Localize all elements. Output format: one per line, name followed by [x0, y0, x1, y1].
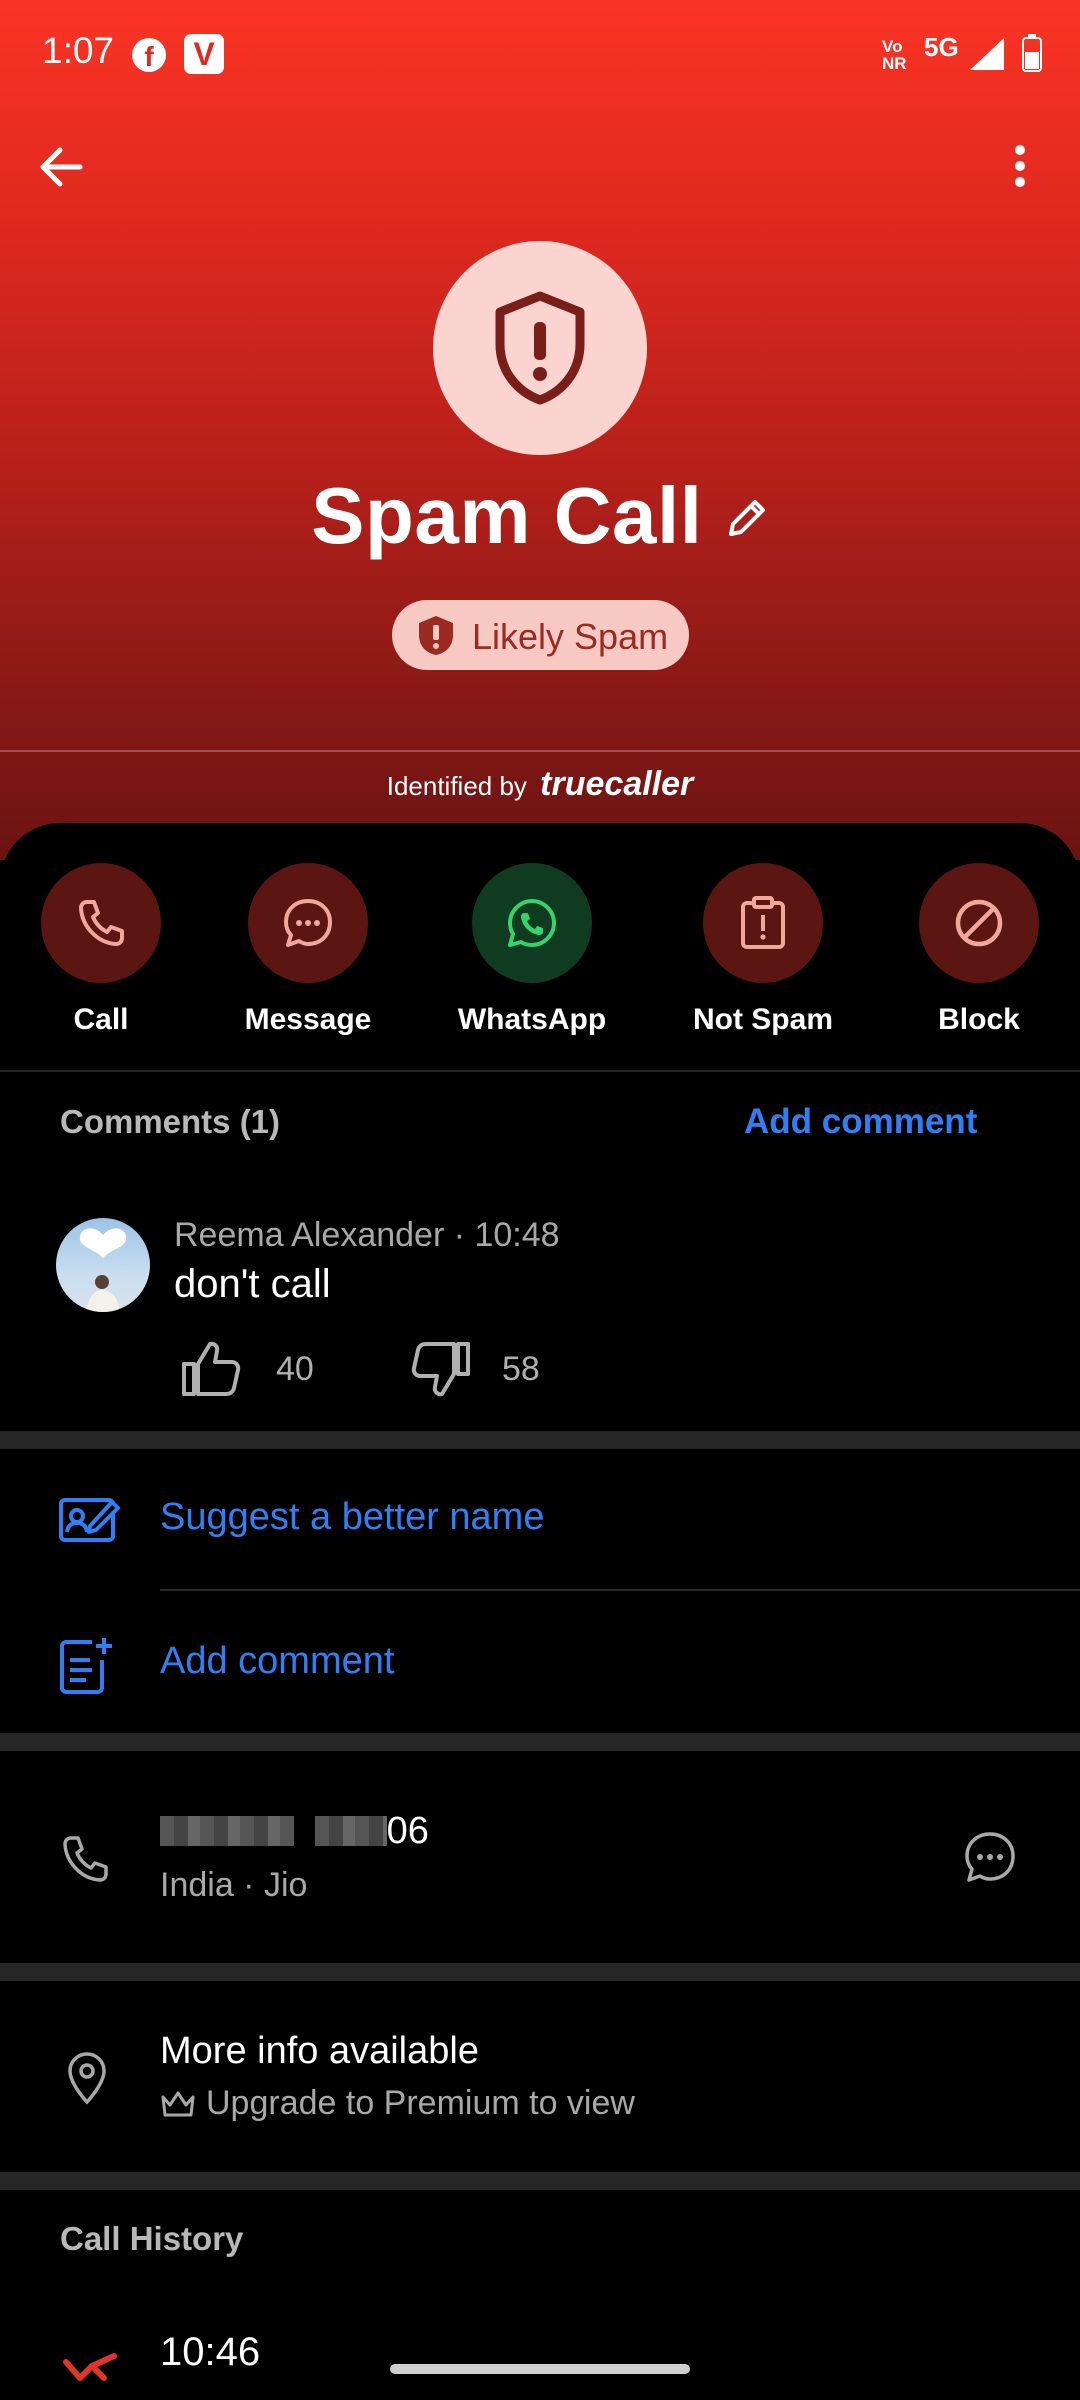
comments-header: Comments (1) — [60, 1103, 281, 1140]
arrow-left-icon — [40, 147, 83, 187]
message-action-circle[interactable] — [248, 863, 368, 983]
more-info-title: More info available — [160, 2030, 479, 2072]
redacted-digits — [314, 1816, 387, 1846]
block-action-button[interactable]: Block — [899, 863, 1059, 1037]
phone-icon — [79, 900, 124, 946]
send-message-button[interactable] — [960, 1828, 1020, 1888]
section-divider — [0, 2172, 1080, 2190]
phone-number-suffix: 06 — [386, 1810, 429, 1852]
missed-call-icon — [63, 2353, 117, 2381]
message-action-button[interactable]: Message — [228, 863, 388, 1037]
call-history-header: Call History — [60, 2220, 244, 2257]
thumbs-down-icon[interactable] — [410, 1340, 472, 1398]
like-count: 40 — [276, 1350, 314, 1388]
call-action-label: Call — [73, 1003, 129, 1036]
phone-number[interactable]: 06 — [160, 1810, 429, 1853]
chat-bubble-icon — [965, 1832, 1015, 1882]
whatsapp-action-button[interactable]: WhatsApp — [452, 863, 612, 1037]
phone-icon[interactable] — [58, 1832, 112, 1886]
add-comment-link[interactable]: Add comment — [744, 1102, 977, 1142]
caller-header: 1:07 f V VoNR 5G Spam Call Likely Spam — [0, 0, 1080, 860]
more-options-button[interactable] — [1000, 136, 1040, 196]
message-action-label: Message — [244, 1003, 372, 1036]
app-notification-icon: V — [184, 34, 224, 74]
section-divider — [0, 1431, 1080, 1449]
chat-bubble-icon — [284, 899, 332, 947]
battery-icon — [1022, 34, 1042, 72]
avatar-image — [79, 1228, 127, 1312]
facebook-notification-icon: f — [132, 38, 166, 72]
section-divider — [0, 1963, 1080, 1981]
identified-prefix: Identified by — [386, 771, 527, 801]
volte-indicator: Vo NR — [882, 37, 907, 73]
status-bar: 1:07 f V Vo NR 5G — [0, 0, 1080, 100]
call-action-circle[interactable] — [41, 863, 161, 983]
whatsapp-action-label: WhatsApp — [457, 1003, 607, 1036]
network-type: 5G — [924, 32, 959, 62]
section-divider — [0, 1733, 1080, 1751]
whatsapp-action-circle[interactable] — [472, 863, 592, 983]
not-spam-action-button[interactable]: Not Spam — [683, 863, 843, 1037]
truecaller-logo: truecaller — [540, 765, 694, 803]
caller-avatar — [433, 241, 647, 455]
phone-carrier: India · Jio — [160, 1866, 308, 1904]
whatsapp-icon — [508, 899, 556, 947]
caller-name: Spam Call — [311, 471, 703, 560]
call-action-button[interactable]: Call — [21, 863, 181, 1037]
more-vertical-icon — [1015, 145, 1025, 187]
comment-meta: Reema Alexander · 10:48 — [174, 1216, 560, 1254]
call-history-time[interactable]: 10:46 — [160, 2330, 260, 2375]
suggest-name-link[interactable]: Suggest a better name — [160, 1496, 544, 1539]
edit-contact-card-icon — [59, 1498, 120, 1542]
home-indicator[interactable] — [390, 2364, 690, 2374]
not-spam-action-circle[interactable] — [703, 863, 823, 983]
block-action-circle[interactable] — [919, 863, 1039, 983]
report-icon — [741, 896, 785, 949]
back-button[interactable] — [30, 136, 90, 196]
likely-spam-badge: Likely Spam — [392, 600, 689, 670]
status-time: 1:07 — [42, 30, 115, 71]
divider — [160, 1589, 1080, 1591]
dislike-count: 58 — [502, 1350, 540, 1388]
caller-title-row: Spam Call — [0, 470, 1080, 562]
crown-icon — [161, 2091, 195, 2117]
badge-label: Likely Spam — [472, 616, 669, 657]
upgrade-premium[interactable]: Upgrade to Premium to view — [160, 2084, 635, 2123]
add-comment-row-link[interactable]: Add comment — [160, 1640, 394, 1683]
details-sheet — [0, 823, 1080, 2400]
divider — [0, 750, 1080, 752]
upgrade-text: Upgrade to Premium to view — [206, 2084, 635, 2122]
pencil-icon[interactable] — [723, 496, 769, 542]
block-icon — [955, 899, 1003, 947]
redacted-digits — [160, 1816, 294, 1846]
location-pin-icon — [68, 2052, 106, 2105]
identified-by: Identified by truecaller — [0, 765, 1080, 804]
comment-text: don't call — [174, 1262, 331, 1306]
commenter-avatar — [56, 1218, 150, 1312]
add-note-icon — [60, 1638, 112, 1694]
shield-alert-icon — [495, 291, 585, 405]
shield-alert-icon — [419, 616, 453, 655]
block-action-label: Block — [938, 1003, 1020, 1036]
divider — [0, 1070, 1080, 1072]
signal-icon — [970, 38, 1004, 70]
thumbs-up-icon[interactable] — [180, 1340, 242, 1398]
not-spam-action-label: Not Spam — [692, 1003, 833, 1036]
